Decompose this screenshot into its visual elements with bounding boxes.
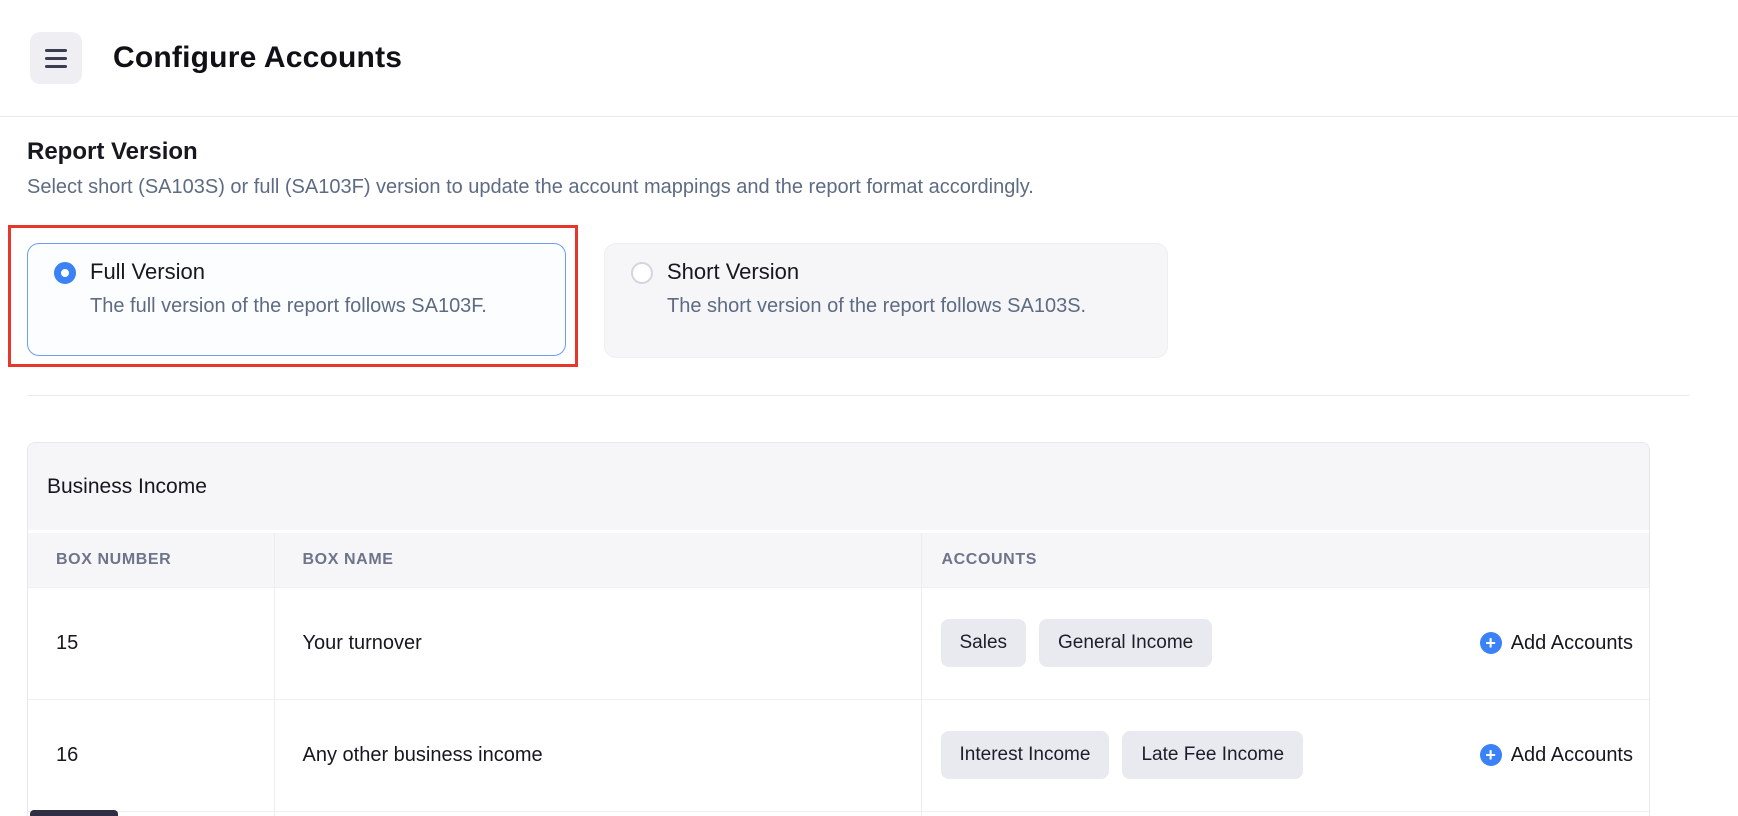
radio-button-short-version[interactable] <box>631 262 653 284</box>
table-header-row: BOX NUMBER BOX NAME ACCOUNTS <box>28 533 1649 587</box>
business-income-panel-header: Business Income <box>28 443 1649 533</box>
box-name-cell: Your turnover <box>274 587 921 699</box>
table-row: 16Any other business incomeInterest Inco… <box>28 699 1649 811</box>
full-version-option[interactable]: Full Version The full version of the rep… <box>27 243 566 356</box>
hamburger-icon <box>45 57 67 60</box>
hamburger-icon <box>45 49 67 52</box>
radio-button-full-version[interactable] <box>54 262 76 284</box>
table-row: 15Your turnover SalesGeneral Income + Add A… <box>28 587 1649 699</box>
add-accounts-label: Add Accounts <box>1511 744 1633 767</box>
option-text: Full Version The full version of the rep… <box>90 258 487 318</box>
short-version-option[interactable]: Short Version The short version of the r… <box>604 243 1168 358</box>
account-chip[interactable]: Sales <box>941 619 1027 667</box>
main-content: Report Version Select short (SA103S) or … <box>0 138 1738 816</box>
report-version-heading: Report Version <box>27 138 1711 166</box>
full-version-label: Full Version <box>90 258 487 287</box>
business-income-panel: Business Income BOX NUMBER BOX NAME ACCO… <box>27 442 1650 816</box>
business-income-title: Business Income <box>47 475 207 499</box>
report-version-description: Select short (SA103S) or full (SA103F) v… <box>27 176 1711 199</box>
account-chip[interactable]: Interest Income <box>941 731 1110 779</box>
bottom-edge-dark-strip <box>30 810 118 816</box>
section-divider <box>27 395 1690 396</box>
short-version-option-wrapper: Short Version The short version of the r… <box>604 243 1168 358</box>
hamburger-menu-button[interactable] <box>30 32 82 84</box>
box-number-cell: 15 <box>28 587 274 699</box>
report-version-options: Full Version The full version of the rep… <box>27 243 1711 358</box>
accounts-cell: SalesGeneral Income + Add Accounts <box>921 587 1649 699</box>
full-version-description: The full version of the report follows S… <box>90 295 487 318</box>
page-title: Configure Accounts <box>113 41 402 75</box>
add-accounts-label: Add Accounts <box>1511 632 1633 655</box>
plus-circle-icon: + <box>1480 744 1502 766</box>
short-version-label: Short Version <box>667 258 1086 287</box>
box-number-cell: 16 <box>28 699 274 811</box>
account-chip[interactable]: General Income <box>1039 619 1212 667</box>
add-accounts-button[interactable]: + Add Accounts <box>1480 744 1633 767</box>
plus-circle-icon: + <box>1480 632 1502 654</box>
top-bar: Configure Accounts <box>0 0 1738 117</box>
short-version-description: The short version of the report follows … <box>667 295 1086 318</box>
account-chip[interactable]: Late Fee Income <box>1122 731 1303 779</box>
full-version-option-wrapper: Full Version The full version of the rep… <box>27 243 566 358</box>
accounts-cell: Interest IncomeLate Fee Income + Add Accou… <box>921 699 1649 811</box>
add-accounts-button[interactable]: + Add Accounts <box>1480 632 1633 655</box>
column-header-accounts: ACCOUNTS <box>921 533 1649 587</box>
option-text: Short Version The short version of the r… <box>667 258 1086 318</box>
hamburger-icon <box>45 65 67 68</box>
table-row-partial <box>28 811 1649 816</box>
account-mapping-table: BOX NUMBER BOX NAME ACCOUNTS 15Your turn… <box>28 533 1649 816</box>
column-header-box-name: BOX NAME <box>274 533 921 587</box>
box-name-cell: Any other business income <box>274 699 921 811</box>
column-header-box-number: BOX NUMBER <box>28 533 274 587</box>
